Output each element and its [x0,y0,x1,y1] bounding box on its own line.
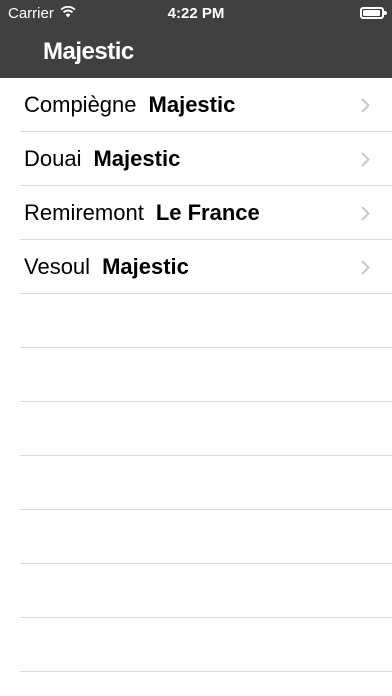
empty-row [20,510,392,564]
empty-row [20,402,392,456]
chevron-right-icon [361,206,370,226]
list-item[interactable]: Douai Majestic [20,132,392,186]
empty-row [20,564,392,618]
row-city: Remiremont [24,199,144,225]
row-cinema: Majestic [148,91,236,117]
row-city: Vesoul [24,253,91,279]
empty-row [20,348,392,402]
status-time: 4:22 PM [167,5,225,22]
row-cinema: Majestic [102,253,189,279]
list-item[interactable]: Compiègne Majestic [20,78,392,132]
chevron-right-icon [361,98,370,118]
row-cinema: Le France [155,199,260,225]
status-bar: Carrier 4:22 PM [0,0,392,28]
battery-fill [363,10,380,16]
list-item[interactable]: Vesoul Majestic [20,240,392,294]
cinema-list: Compiègne Majestic Douai Majestic Remiremo… [0,78,392,672]
nav-title: Majestic [43,38,134,65]
battery-icon [360,7,387,19]
chevron-right-icon [361,152,370,172]
nav-bar: Majestic [0,28,392,78]
row-city: Compiègne [24,91,137,117]
list-item[interactable]: Remiremont Le France [20,186,392,240]
empty-row [20,456,392,510]
row-cinema: Majestic [93,145,181,171]
row-city: Douai [24,145,82,171]
empty-row [20,618,392,672]
chevron-right-icon [361,260,370,280]
empty-row [20,294,392,348]
